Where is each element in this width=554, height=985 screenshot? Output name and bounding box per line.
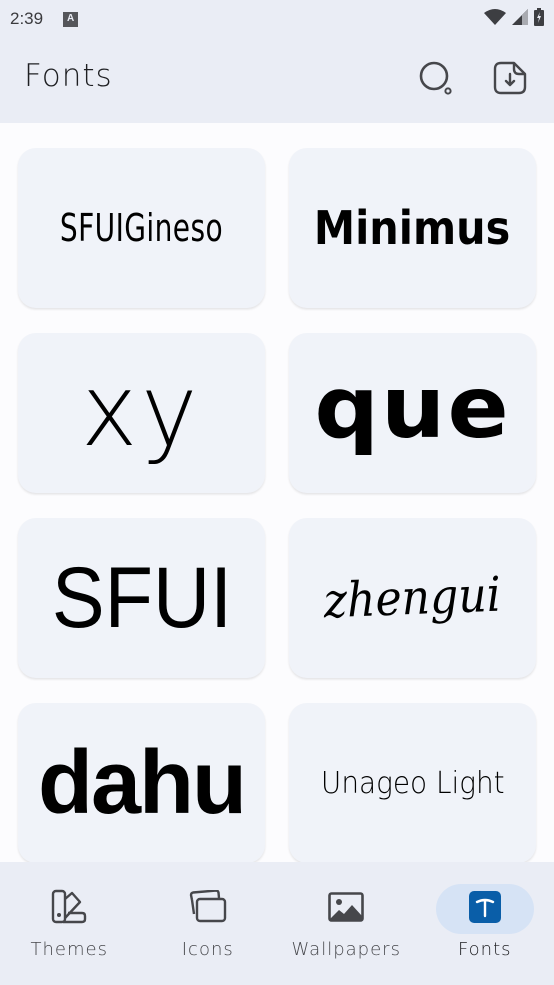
search-button[interactable] <box>416 60 456 100</box>
font-preview: que <box>314 358 511 458</box>
nav-icon-container <box>20 884 118 934</box>
status-time: 2:39 <box>10 9 44 28</box>
battery-charging-icon <box>534 8 544 30</box>
font-card[interactable]: dahu <box>18 703 265 863</box>
font-card[interactable]: SFUI <box>18 518 265 678</box>
font-grid: SFUIGineso Minimus xy que SFUI zhengui d… <box>18 148 536 863</box>
font-preview: SFUI <box>51 549 232 646</box>
font-preview: SFUIGineso <box>59 206 224 250</box>
nav-item-themes[interactable]: Themes <box>0 862 139 985</box>
nav-item-icons[interactable]: Icons <box>139 862 278 985</box>
status-bar: 2:39 A <box>0 0 554 38</box>
nav-label: Fonts <box>457 939 512 960</box>
search-icon <box>418 60 454 100</box>
status-icons <box>484 8 544 30</box>
cell-signal-icon <box>512 9 528 29</box>
image-icon <box>328 892 365 926</box>
nav-item-wallpapers[interactable]: Wallpapers <box>277 862 416 985</box>
font-card[interactable]: SFUIGineso <box>18 148 265 308</box>
keyboard-a-icon: A <box>63 11 79 27</box>
page-title: Fonts <box>24 58 113 94</box>
downloads-button[interactable] <box>490 60 530 100</box>
nav-icon-container <box>435 884 534 934</box>
font-preview: Minimus <box>314 201 511 255</box>
nav-label: Icons <box>181 939 234 960</box>
nav-icon-container <box>297 884 395 934</box>
font-card[interactable]: Unageo Light <box>289 703 536 863</box>
font-preview: Unageo Light <box>320 765 505 801</box>
bottom-nav: Themes Icons Wallpapers Fonts <box>0 862 554 985</box>
nav-label: Wallpapers <box>291 939 401 960</box>
font-card[interactable]: xy <box>18 333 265 493</box>
download-file-icon <box>493 61 527 99</box>
font-card[interactable]: que <box>289 333 536 493</box>
font-preview: xy <box>81 351 202 469</box>
app-header: Fonts <box>0 38 554 123</box>
nav-label: Themes <box>30 939 108 960</box>
stacked-cards-icon <box>189 889 227 928</box>
nav-icon-container <box>159 884 257 934</box>
nav-item-fonts[interactable]: Fonts <box>416 862 554 985</box>
wifi-icon <box>484 9 506 29</box>
palette-swatch-icon <box>51 889 87 929</box>
font-card[interactable]: zhengui <box>289 518 536 678</box>
font-card[interactable]: Minimus <box>289 148 536 308</box>
font-preview: dahu <box>38 732 247 833</box>
font-t-icon <box>468 891 501 927</box>
font-preview: zhengui <box>323 566 502 630</box>
